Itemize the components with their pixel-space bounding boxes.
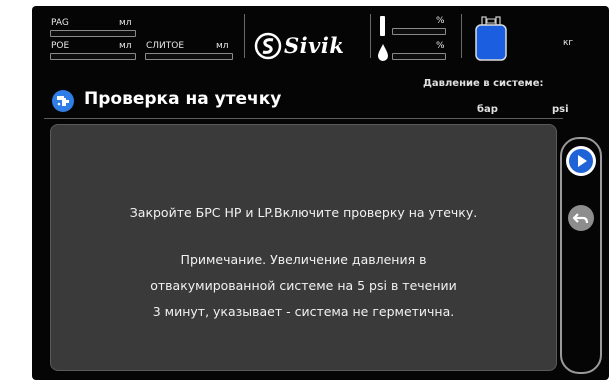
play-icon <box>569 149 593 173</box>
pag-unit: мл <box>119 18 132 28</box>
pressure-unit-psi: psi <box>552 104 569 115</box>
pag-label: PAG <box>51 18 69 28</box>
note-line-2: отвакумированной системе на 5 psi в тече… <box>150 278 457 293</box>
message-panel: Закройте БРС HP и LP.Включите проверку н… <box>50 124 557 371</box>
system-pressure-label: Давление в системе: <box>423 78 544 89</box>
level-bottom-field <box>392 53 446 60</box>
sivik-logo-icon <box>254 32 282 60</box>
percent-bottom-label: % <box>436 41 445 51</box>
leak-test-icon <box>52 90 74 112</box>
drain-unit: мл <box>216 41 229 51</box>
poe-value-field <box>50 53 136 60</box>
brand-name: Sivik <box>284 33 345 58</box>
page-title: Проверка на утечку <box>84 89 282 109</box>
next-button[interactable] <box>566 146 596 176</box>
header-divider <box>244 14 245 58</box>
percent-top-label: % <box>436 16 445 26</box>
back-button[interactable] <box>568 205 594 231</box>
note-line-3: 3 минут, указывает - система не герметич… <box>152 304 455 319</box>
refrigerant-tank-icon <box>475 16 507 61</box>
pag-value-field <box>50 30 136 37</box>
poe-label: POE <box>51 41 70 51</box>
header-divider <box>370 14 371 58</box>
title-divider <box>44 118 563 119</box>
weight-unit: кг <box>563 38 574 48</box>
back-arrow-icon <box>572 213 589 224</box>
drain-value-field <box>145 53 233 60</box>
device-screen: PAG мл POE мл СЛИТОЕ мл Sivik % % кг Про… <box>32 6 609 380</box>
poe-unit: мл <box>119 41 132 51</box>
drain-label: СЛИТОЕ <box>146 41 185 51</box>
instruction-text: Закройте БРС HP и LP.Включите проверку н… <box>129 205 478 220</box>
level-top-field <box>392 28 446 35</box>
pressure-unit-bar: бар <box>477 104 498 115</box>
header-divider <box>461 14 462 58</box>
note-line-1: Примечание. Увеличение давления в <box>180 252 427 267</box>
level-gauge-icon <box>378 16 388 61</box>
